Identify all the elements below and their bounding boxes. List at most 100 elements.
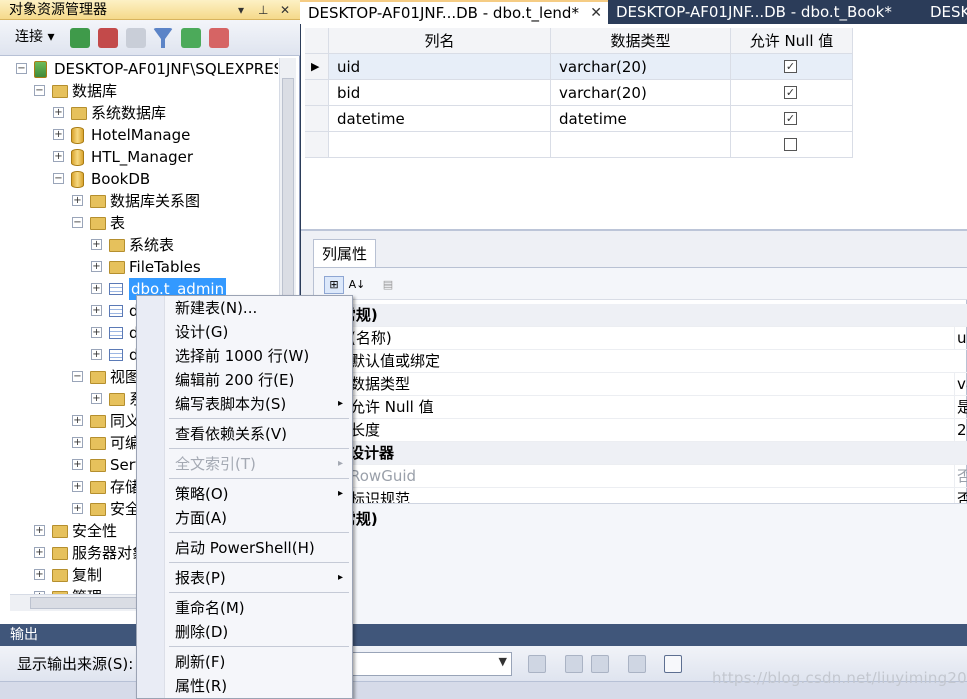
- allow-null-cell[interactable]: ✓: [731, 80, 853, 106]
- collapse-icon[interactable]: −: [34, 85, 45, 96]
- menu-item[interactable]: 选择前 1000 行(W): [167, 344, 351, 368]
- expand-icon[interactable]: +: [53, 151, 64, 162]
- expand-icon[interactable]: +: [53, 107, 64, 118]
- output-source-select[interactable]: ▼: [350, 652, 512, 676]
- close-icon[interactable]: ✕: [280, 0, 290, 20]
- allow-null-checkbox[interactable]: ✓: [784, 112, 797, 125]
- menu-item[interactable]: 方面(A): [167, 506, 351, 530]
- pin-icon[interactable]: ⊥: [258, 0, 268, 20]
- menu-item[interactable]: 编辑前 200 行(E): [167, 368, 351, 392]
- collapse-icon[interactable]: −: [16, 63, 27, 74]
- disconnect-icon[interactable]: [98, 28, 118, 48]
- allow-null-cell[interactable]: [731, 132, 853, 158]
- close-icon[interactable]: ✕: [590, 2, 602, 24]
- tab-t-lend[interactable]: DESKTOP-AF01JNF...DB - dbo.t_lend* ✕: [300, 0, 608, 24]
- scroll-thumb[interactable]: [30, 597, 140, 609]
- property-category[interactable]: (常规): [314, 304, 967, 327]
- expand-icon[interactable]: +: [72, 481, 83, 492]
- property-row[interactable]: 默认值或绑定: [314, 350, 967, 373]
- menu-item[interactable]: 刷新(F): [167, 650, 351, 674]
- column-header[interactable]: 数据类型: [551, 28, 731, 54]
- property-row[interactable]: (名称) uid: [314, 327, 967, 350]
- next-message-icon[interactable]: [591, 655, 609, 673]
- data-type-cell[interactable]: varchar(20): [551, 54, 731, 80]
- allow-null-checkbox[interactable]: ✓: [784, 60, 797, 73]
- property-value[interactable]: 是: [954, 396, 967, 419]
- row-selector[interactable]: [305, 132, 329, 158]
- tab-overflow[interactable]: DESKT: [922, 0, 967, 24]
- column-name-cell[interactable]: [329, 132, 551, 158]
- tree-node[interactable]: − BookDB: [10, 168, 278, 190]
- property-row[interactable]: RowGuid 否: [314, 465, 967, 488]
- activity-monitor-icon[interactable]: [209, 28, 229, 48]
- column-name-cell[interactable]: datetime: [329, 106, 551, 132]
- property-row[interactable]: 数据类型 varchar: [314, 373, 967, 396]
- expand-icon[interactable]: +: [91, 239, 102, 250]
- tree-node[interactable]: + 系统数据库: [10, 102, 278, 124]
- tab-column-properties[interactable]: 列属性: [313, 239, 377, 267]
- tree-node[interactable]: − 表: [10, 212, 278, 234]
- property-value[interactable]: 20: [954, 419, 967, 442]
- column-header[interactable]: 允许 Null 值: [731, 28, 853, 54]
- row-selector[interactable]: [305, 80, 329, 106]
- data-type-cell[interactable]: varchar(20): [551, 80, 731, 106]
- categorized-icon[interactable]: ⊞: [324, 276, 344, 294]
- clear-all-icon[interactable]: [628, 655, 646, 673]
- expand-icon[interactable]: +: [72, 195, 83, 206]
- tree-node[interactable]: − 数据库: [10, 80, 278, 102]
- allow-null-checkbox[interactable]: [784, 138, 797, 151]
- go-to-message-icon[interactable]: [528, 655, 546, 673]
- expand-icon[interactable]: +: [91, 349, 102, 360]
- allow-null-checkbox[interactable]: ✓: [784, 86, 797, 99]
- tree-node[interactable]: + FileTables: [10, 256, 278, 278]
- collapse-icon[interactable]: −: [53, 173, 64, 184]
- menu-item[interactable]: 属性(R): [167, 674, 351, 698]
- expand-icon[interactable]: +: [34, 525, 45, 536]
- collapse-icon[interactable]: −: [72, 217, 83, 228]
- data-type-cell[interactable]: datetime: [551, 106, 731, 132]
- allow-null-cell[interactable]: ✓: [731, 54, 853, 80]
- word-wrap-icon[interactable]: [664, 655, 682, 673]
- menu-item[interactable]: 报表(P) ▸: [167, 566, 351, 590]
- row-selector[interactable]: ▶: [305, 54, 329, 80]
- tree-node[interactable]: + 系统表: [10, 234, 278, 256]
- table-row[interactable]: datetime datetime ✓: [305, 106, 853, 132]
- table-row[interactable]: ▶ uid varchar(20) ✓: [305, 54, 853, 80]
- expand-icon[interactable]: +: [91, 283, 102, 294]
- property-value[interactable]: uid: [954, 327, 967, 350]
- previous-message-icon[interactable]: [565, 655, 583, 673]
- menu-item[interactable]: 查看依赖关系(V): [167, 422, 351, 446]
- column-name-cell[interactable]: uid: [329, 54, 551, 80]
- collapse-icon[interactable]: −: [72, 371, 83, 382]
- menu-item[interactable]: 重命名(M): [167, 596, 351, 620]
- filter-icon[interactable]: [153, 28, 173, 48]
- tree-node[interactable]: + HotelManage: [10, 124, 278, 146]
- property-category[interactable]: 表设计器: [314, 442, 967, 465]
- refresh-icon[interactable]: [181, 28, 201, 48]
- property-value[interactable]: 否: [954, 465, 967, 488]
- expand-icon[interactable]: +: [91, 393, 102, 404]
- table-row[interactable]: [305, 132, 853, 158]
- expand-icon[interactable]: +: [72, 415, 83, 426]
- expand-icon[interactable]: +: [53, 129, 64, 140]
- menu-item[interactable]: 策略(O) ▸: [167, 482, 351, 506]
- row-selector[interactable]: [305, 106, 329, 132]
- menu-item[interactable]: 删除(D): [167, 620, 351, 644]
- stop-icon[interactable]: [126, 28, 146, 48]
- menu-item[interactable]: 编写表脚本为(S) ▸: [167, 392, 351, 416]
- property-row[interactable]: 允许 Null 值 是: [314, 396, 967, 419]
- table-row[interactable]: bid varchar(20) ✓: [305, 80, 853, 106]
- expand-icon[interactable]: +: [72, 459, 83, 470]
- data-type-cell[interactable]: [551, 132, 731, 158]
- menu-item[interactable]: 新建表(N)...: [167, 296, 351, 320]
- property-pages-icon[interactable]: ▤: [378, 276, 398, 294]
- expand-icon[interactable]: +: [91, 305, 102, 316]
- dropdown-icon[interactable]: ▾: [238, 0, 244, 20]
- connect-button[interactable]: 连接 ▾: [15, 27, 54, 47]
- tree-node[interactable]: − DESKTOP-AF01JNF\SQLEXPRESS: [10, 58, 278, 80]
- connect-engine-icon[interactable]: [70, 28, 90, 48]
- expand-icon[interactable]: +: [72, 503, 83, 514]
- expand-icon[interactable]: +: [34, 569, 45, 580]
- column-name-cell[interactable]: bid: [329, 80, 551, 106]
- expand-icon[interactable]: +: [34, 547, 45, 558]
